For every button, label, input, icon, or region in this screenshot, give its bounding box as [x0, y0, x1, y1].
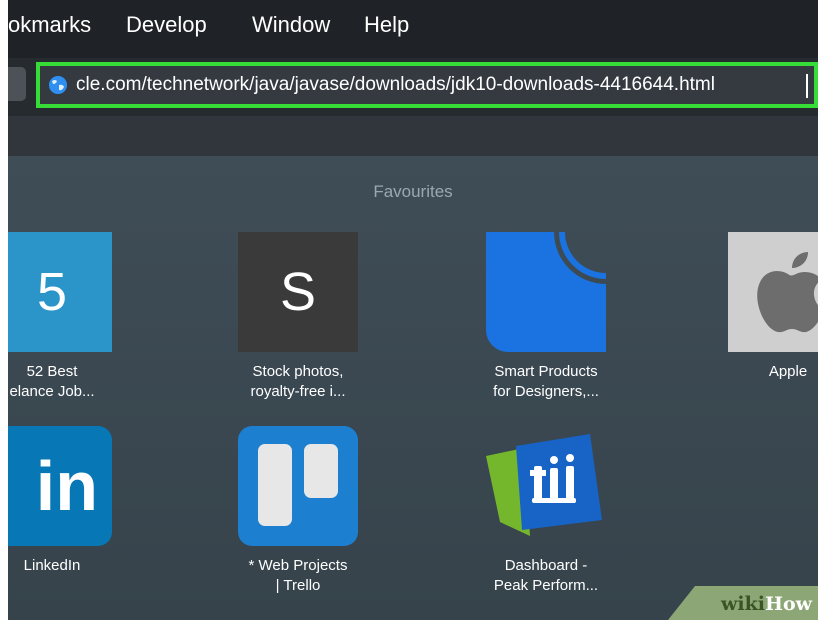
trello-logo: [238, 426, 358, 546]
tile-label: Smart Products for Designers,...: [456, 362, 636, 402]
menu-bookmarks[interactable]: okmarks: [8, 12, 91, 38]
tile-label-line1: * Web Projects: [248, 557, 348, 574]
wikihow-how: How: [765, 593, 812, 615]
tile-label: Dashboard - Peak Perform...: [456, 556, 636, 596]
favourites-title: Favourites: [373, 182, 453, 201]
tile-label-line2: for Designers,...: [493, 383, 599, 400]
tile-letter: in: [35, 447, 98, 525]
smart-products-logo: [486, 232, 606, 352]
linkedin-logo: in: [8, 426, 112, 546]
menu-window[interactable]: Window: [252, 12, 330, 38]
browser-window: okmarks Develop Window Help cle.com/tech…: [8, 0, 818, 620]
tile-letter: S: [279, 262, 317, 322]
dashboard-logo: [486, 426, 606, 546]
tile-label: LinkedIn: [8, 556, 142, 576]
menu-develop[interactable]: Develop: [126, 12, 207, 38]
url-text[interactable]: cle.com/technetwork/java/javase/download…: [76, 74, 715, 96]
address-bar[interactable]: cle.com/technetwork/java/javase/download…: [36, 62, 818, 108]
tile-label-line1: LinkedIn: [23, 557, 81, 574]
apple-logo: [728, 232, 818, 352]
letter-s-icon: S: [238, 232, 358, 352]
tile-label-line2: royalty-free i...: [250, 383, 346, 400]
tile-label-line2: elance Job...: [9, 383, 95, 400]
tile-label-line1: Smart Products: [494, 363, 598, 380]
number-5-icon: 5: [8, 232, 112, 352]
bookmarks-strip: [8, 116, 818, 156]
tile-label-line1: Dashboard -: [504, 557, 588, 574]
toolbar-button[interactable]: [8, 67, 26, 101]
tile-label: 52 Best elance Job...: [8, 362, 142, 402]
tile-label: Apple: [698, 362, 818, 382]
tile-label-line2: | Trello: [275, 577, 321, 594]
menu-bar: okmarks Develop Window Help: [8, 0, 818, 58]
tile-label: Stock photos, royalty-free i...: [208, 362, 388, 402]
menu-help[interactable]: Help: [364, 12, 409, 38]
tile-label-line1: Stock photos,: [252, 363, 344, 380]
tile-letter: 5: [36, 262, 68, 322]
tile-label-line1: Apple: [768, 363, 808, 380]
text-cursor: [806, 74, 808, 98]
wikihow-logo-text: wikiHow: [721, 593, 812, 615]
favourites-page: Favourites 5 52 Best elance Job... S Sto…: [8, 156, 818, 620]
globe-icon: [49, 76, 67, 94]
tile-label-line2: Peak Perform...: [493, 577, 599, 594]
tile-label: * Web Projects | Trello: [208, 556, 388, 596]
toolbar: cle.com/technetwork/java/javase/download…: [8, 58, 818, 116]
wikihow-wiki: wiki: [721, 593, 766, 615]
tile-label-line1: 52 Best: [26, 363, 78, 380]
